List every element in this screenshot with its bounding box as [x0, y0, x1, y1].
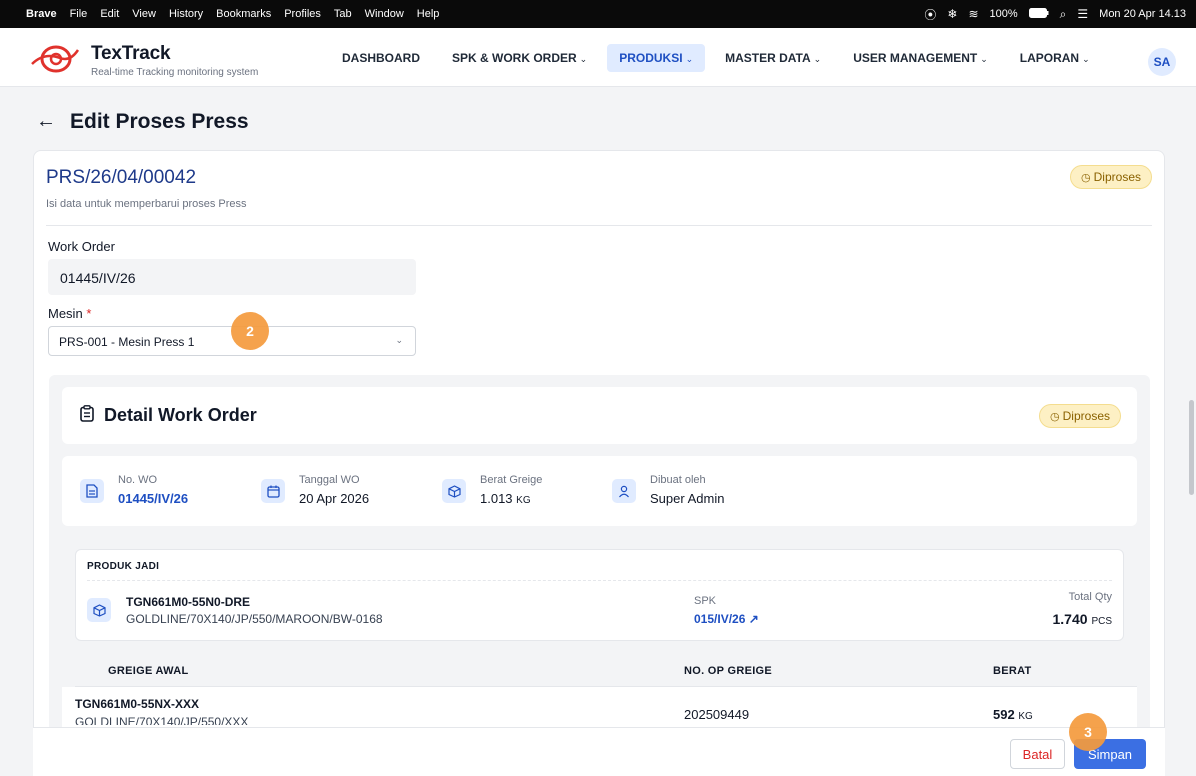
macos-menubar: Brave File Edit View History Bookmarks P…	[0, 0, 1196, 28]
produk-jadi-card: PRODUK JADI TGN661M0-55N0-DRE GOLDLINE/7…	[75, 549, 1124, 641]
divider	[87, 580, 1112, 581]
form-subtitle: Isi data untuk memperbarui proses Press	[46, 198, 247, 210]
app-navbar: TexTrack Real-time Tracking monitoring s…	[0, 28, 1196, 87]
cancel-button[interactable]: Batal	[1010, 739, 1065, 769]
menu-bookmarks[interactable]: Bookmarks	[216, 8, 271, 20]
wifi-icon[interactable]: ≋	[968, 7, 978, 21]
chevron-down-icon: ⌄	[980, 54, 988, 64]
produk-desc: GOLDLINE/70X140/JP/550/MAROON/BW-0168	[126, 612, 383, 626]
work-order-field: 01445/IV/26	[48, 259, 416, 295]
detail-title: Detail Work Order	[104, 405, 257, 425]
nav-laporan[interactable]: LAPORAN ⌄	[1008, 44, 1102, 72]
snowflake-icon[interactable]: ❄	[947, 7, 957, 21]
step-marker-2: 2	[231, 312, 269, 350]
menu-profiles[interactable]: Profiles	[284, 8, 321, 20]
menu-file[interactable]: File	[70, 8, 88, 20]
menu-tab[interactable]: Tab	[334, 8, 352, 20]
wo-number-link[interactable]: 01445/IV/26	[118, 491, 188, 506]
brand[interactable]: TexTrack Real-time Tracking monitoring s…	[91, 43, 258, 78]
nav-spk-work-order[interactable]: SPK & WORK ORDER ⌄	[440, 44, 599, 72]
produk-code: TGN661M0-55N0-DRE	[126, 595, 251, 609]
textrack-logo-icon[interactable]	[30, 42, 80, 76]
app-name: TexTrack	[91, 43, 171, 64]
document-number: PRS/26/04/00042	[46, 167, 197, 188]
battery-icon[interactable]	[1028, 7, 1049, 21]
battery-percent: 100%	[989, 8, 1018, 20]
page-title: Edit Proses Press	[70, 110, 249, 133]
status-badge: ◷ Diproses	[1070, 165, 1152, 189]
work-order-info-row: No. WO 01445/IV/26 Tanggal WO 20 Apr 202…	[62, 456, 1137, 526]
clock-icon: ◷	[1081, 172, 1091, 184]
scrollbar[interactable]	[1189, 400, 1194, 495]
clipboard-icon	[80, 405, 94, 422]
play-icon[interactable]: ⦿	[924, 6, 936, 23]
chevron-down-icon: ⌄	[579, 54, 588, 64]
menu-window[interactable]: Window	[365, 8, 404, 20]
document-icon	[80, 479, 104, 503]
menu-history[interactable]: History	[169, 8, 203, 20]
user-avatar[interactable]: SA	[1148, 48, 1176, 76]
main-nav: DASHBOARD SPK & WORK ORDER ⌄ PRODUKSI ⌄ MA…	[330, 44, 1102, 72]
form-actions: Batal Simpan	[33, 727, 1165, 776]
nav-dashboard[interactable]: DASHBOARD	[330, 44, 432, 72]
nav-produksi[interactable]: PRODUKSI ⌄	[607, 44, 706, 72]
spk-link[interactable]: 015/IV/26 ↗	[694, 612, 759, 626]
menu-brave[interactable]: Brave	[26, 8, 57, 20]
calendar-icon	[261, 479, 285, 503]
status-badge: ◷ Diproses	[1039, 404, 1121, 428]
total-qty: 1.740 PCS	[1052, 611, 1113, 627]
user-icon	[612, 479, 636, 503]
detail-work-order-panel: Detail Work Order ◷ Diproses No. WO 01445…	[49, 375, 1150, 776]
app-tagline: Real-time Tracking monitoring system	[91, 67, 259, 78]
chevron-down-icon: ⌄	[1082, 54, 1090, 64]
divider	[46, 225, 1152, 226]
menu-view[interactable]: View	[132, 8, 156, 20]
box-icon	[442, 479, 466, 503]
menu-edit[interactable]: Edit	[100, 8, 119, 20]
nav-master-data[interactable]: MASTER DATA ⌄	[713, 44, 833, 72]
edit-form-card: PRS/26/04/00042 Isi data untuk memperbar…	[33, 150, 1165, 776]
step-marker-3: 3	[1069, 713, 1107, 751]
chevron-down-icon: ⌄	[685, 54, 694, 64]
control-center-icon[interactable]: ☰	[1077, 7, 1088, 21]
search-icon[interactable]: ⌕	[1060, 7, 1067, 22]
work-order-label: Work Order	[48, 239, 115, 254]
chevron-down-icon: ⌄	[813, 54, 822, 64]
menu-help[interactable]: Help	[417, 8, 440, 20]
detail-header: Detail Work Order ◷ Diproses	[62, 387, 1137, 444]
back-arrow-icon[interactable]: ←	[36, 110, 56, 133]
mesin-label: Mesin *	[48, 306, 92, 321]
menubar-datetime[interactable]: Mon 20 Apr 14.13	[1099, 8, 1186, 20]
clock-icon: ◷	[1050, 411, 1060, 423]
box-icon	[87, 598, 111, 622]
chevron-down-icon: ⌄	[395, 335, 403, 345]
nav-user-management[interactable]: USER MANAGEMENT ⌄	[841, 44, 1000, 72]
greige-table-header: GREIGE AWAL NO. OP GREIGE BERAT	[75, 653, 1137, 687]
